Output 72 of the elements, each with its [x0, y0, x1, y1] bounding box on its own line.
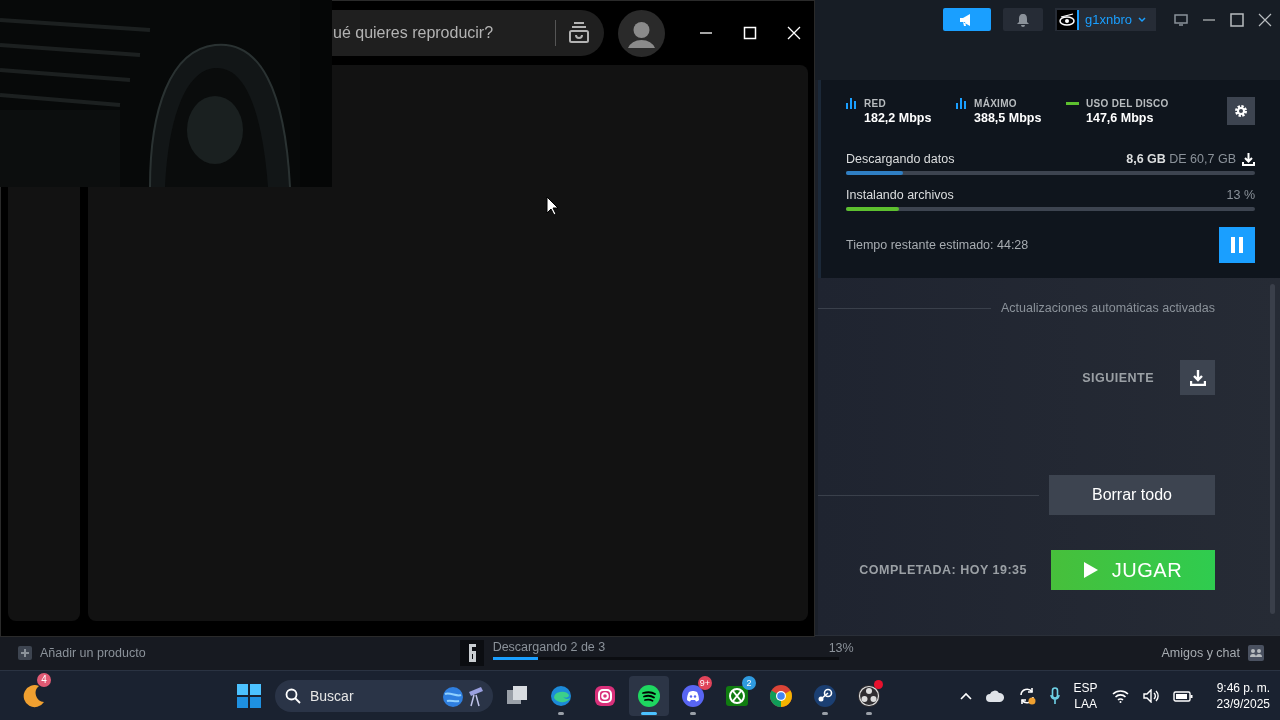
- camera-app-icon: [593, 683, 617, 708]
- friends-chat-button[interactable]: Amigos y chat: [1155, 644, 1270, 662]
- download-icon: [1189, 369, 1206, 386]
- line-legend-icon: [1066, 102, 1079, 105]
- progress-reading: 8,6 GB DE 60,7 GB: [1126, 152, 1236, 166]
- wave-app-icon: [549, 683, 573, 708]
- pause-button[interactable]: [1219, 227, 1255, 263]
- section-heading: SIGUIENTE: [1082, 370, 1154, 385]
- progress-label: Descargando datos: [846, 152, 955, 166]
- volume-icon[interactable]: [1142, 688, 1159, 703]
- monitor-icon[interactable]: [1174, 13, 1188, 26]
- music-app-icon: [637, 683, 661, 708]
- auto-update-status: Actualizaciones automáticas activadas: [1001, 301, 1215, 315]
- alert-dot: [874, 679, 883, 689]
- user-menu[interactable]: g1xnbro: [1055, 8, 1156, 31]
- settings-icon: [1234, 104, 1248, 118]
- download-button[interactable]: [1180, 360, 1215, 395]
- maximize-icon[interactable]: [1230, 12, 1244, 27]
- progress-reading: 13 %: [1226, 188, 1255, 202]
- bell-icon: [1017, 12, 1029, 27]
- cursor-icon: [546, 196, 559, 216]
- game-app-icon: [725, 683, 749, 708]
- completed-status: COMPLETADA: HOY 19:35: [859, 563, 1027, 577]
- taskbar-app-button[interactable]: [629, 675, 669, 716]
- play-icon: [1083, 562, 1098, 578]
- friends-icon: [1248, 645, 1264, 661]
- plus-icon: [18, 646, 32, 660]
- bar-chart-icon: [846, 98, 857, 109]
- notification-button[interactable]: [1003, 8, 1043, 31]
- language-indicator[interactable]: ESP LAA: [1073, 679, 1098, 712]
- notification-badge: 4: [37, 672, 51, 687]
- notification-badge: 2: [742, 675, 756, 690]
- pause-icon: [1231, 237, 1243, 253]
- search-icon: [285, 687, 301, 704]
- battery-icon[interactable]: [1172, 688, 1193, 703]
- close-icon[interactable]: [1258, 12, 1272, 27]
- bar-chart-icon: [956, 98, 967, 109]
- time-remaining: Tiempo restante estimado: 44:28: [846, 238, 1029, 252]
- search-input[interactable]: Buscar: [310, 687, 430, 704]
- stat-value: 147,6 Mbps: [1086, 111, 1155, 125]
- progress-label: Instalando archivos: [846, 188, 954, 202]
- game-icon: [459, 640, 484, 666]
- sync-icon[interactable]: [1017, 686, 1036, 705]
- stat-label: USO DEL DISCO: [1086, 98, 1169, 109]
- chevron-down-icon: [1138, 16, 1146, 23]
- settings-button[interactable]: [1227, 97, 1255, 125]
- notification-badge: 9+: [697, 675, 712, 690]
- stat-value: 388,5 Mbps: [974, 111, 1042, 125]
- search-field[interactable]: ué quieres reproducir?: [332, 10, 604, 56]
- download-icon: [1242, 152, 1255, 166]
- microphone-icon[interactable]: [1049, 686, 1060, 705]
- announcement-button[interactable]: [943, 8, 991, 31]
- wifi-icon[interactable]: [1111, 688, 1129, 703]
- taskbar-app-button[interactable]: 9+: [673, 675, 713, 716]
- cloud-icon[interactable]: [985, 689, 1004, 702]
- stat-label: RED: [864, 98, 887, 109]
- recorder-app-icon: [857, 683, 881, 708]
- download-percent: 13%: [828, 641, 854, 655]
- avatar-icon[interactable]: [618, 9, 665, 57]
- browser-app-icon: [769, 683, 793, 708]
- search-field[interactable]: Buscar: [275, 679, 493, 712]
- browse-icon[interactable]: [568, 22, 590, 44]
- windows-icon: [237, 683, 261, 708]
- stat-label: MÁXIMO: [974, 98, 1018, 109]
- taskbar-app-button[interactable]: 2: [717, 675, 757, 716]
- clock[interactable]: 9:46 p. m. 23/9/2025: [1216, 679, 1270, 712]
- chevron-up-icon[interactable]: [959, 691, 972, 700]
- add-product-button[interactable]: Añadir un producto: [18, 646, 146, 660]
- search-input[interactable]: ué quieres reproducir?: [333, 24, 543, 42]
- stat-value: 182,2 Mbps: [864, 111, 932, 125]
- clear-all-button[interactable]: Borrar todo: [1049, 475, 1215, 515]
- username: g1xnbro: [1085, 12, 1132, 27]
